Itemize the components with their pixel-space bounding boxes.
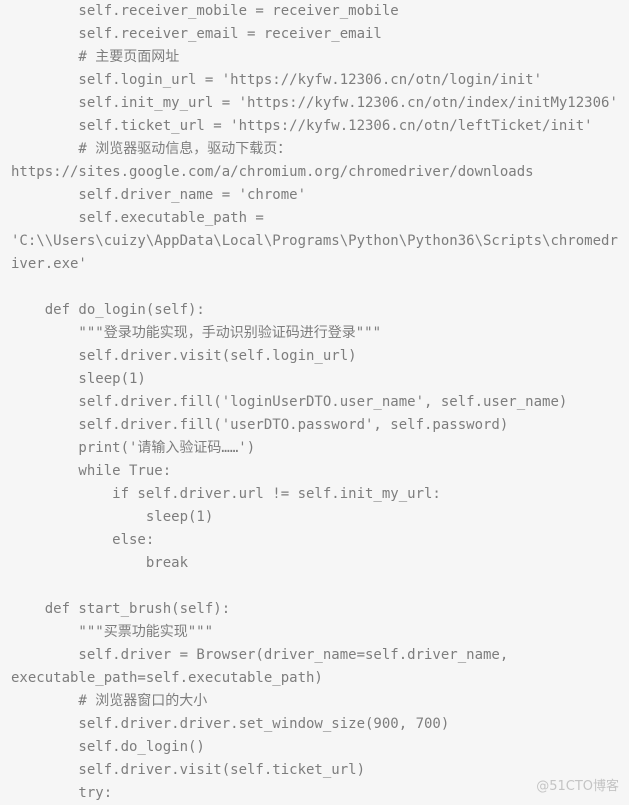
code-line: print('请输入验证码……'): [11, 440, 256, 456]
code-line: self.driver_name = 'chrome': [11, 187, 307, 203]
code-line: self.receiver_mobile = receiver_mobile: [11, 3, 399, 19]
code-line: self.ticket_url = 'https://kyfw.12306.cn…: [11, 118, 593, 134]
code-line: if self.driver.url != self.init_my_url:: [11, 486, 441, 502]
code-line: """买票功能实现""": [11, 624, 214, 640]
code-line: def do_login(self):: [11, 302, 205, 318]
code-line: self.driver.fill('userDTO.password', sel…: [11, 417, 509, 433]
code-line: executable_path=self.executable_path): [11, 670, 323, 686]
code-line: while True:: [11, 463, 172, 479]
code-line: sleep(1): [11, 509, 214, 525]
code-line: self.executable_path =: [11, 210, 264, 226]
code-line: iver.exe': [11, 256, 87, 272]
watermark: @51CTO博客: [536, 779, 619, 794]
code-line: 'C:\\Users\cuizy\AppData\Local\Programs\…: [11, 233, 618, 249]
code-block: self.receiver_mobile = receiver_mobile s…: [11, 0, 618, 805]
code-line: # 浏览器窗口的大小: [11, 693, 208, 709]
code-line: # 浏览器驱动信息，驱动下载页：: [11, 141, 292, 157]
code-line: self.driver.visit(self.login_url): [11, 348, 357, 364]
code-line: self.init_my_url = 'https://kyfw.12306.c…: [11, 95, 618, 111]
code-line: self.driver.visit(self.ticket_url): [11, 762, 366, 778]
code-line: self.driver = Browser(driver_name=self.d…: [11, 647, 509, 663]
code-line: else:: [11, 532, 155, 548]
code-line: try:: [11, 785, 113, 801]
code-line: self.driver.driver.set_window_size(900, …: [11, 716, 450, 732]
code-line: https://sites.google.com/a/chromium.org/…: [11, 164, 534, 180]
code-line: self.login_url = 'https://kyfw.12306.cn/…: [11, 72, 543, 88]
code-line: def start_brush(self):: [11, 601, 231, 617]
code-line: sleep(1): [11, 371, 146, 387]
code-line: break: [11, 555, 189, 571]
code-line: # 主要页面网址: [11, 49, 180, 65]
code-line: self.receiver_email = receiver_email: [11, 26, 382, 42]
code-line: self.do_login(): [11, 739, 205, 755]
code-line: self.driver.fill('loginUserDTO.user_name…: [11, 394, 568, 410]
code-line: """登录功能实现，手动识别验证码进行登录""": [11, 325, 382, 341]
